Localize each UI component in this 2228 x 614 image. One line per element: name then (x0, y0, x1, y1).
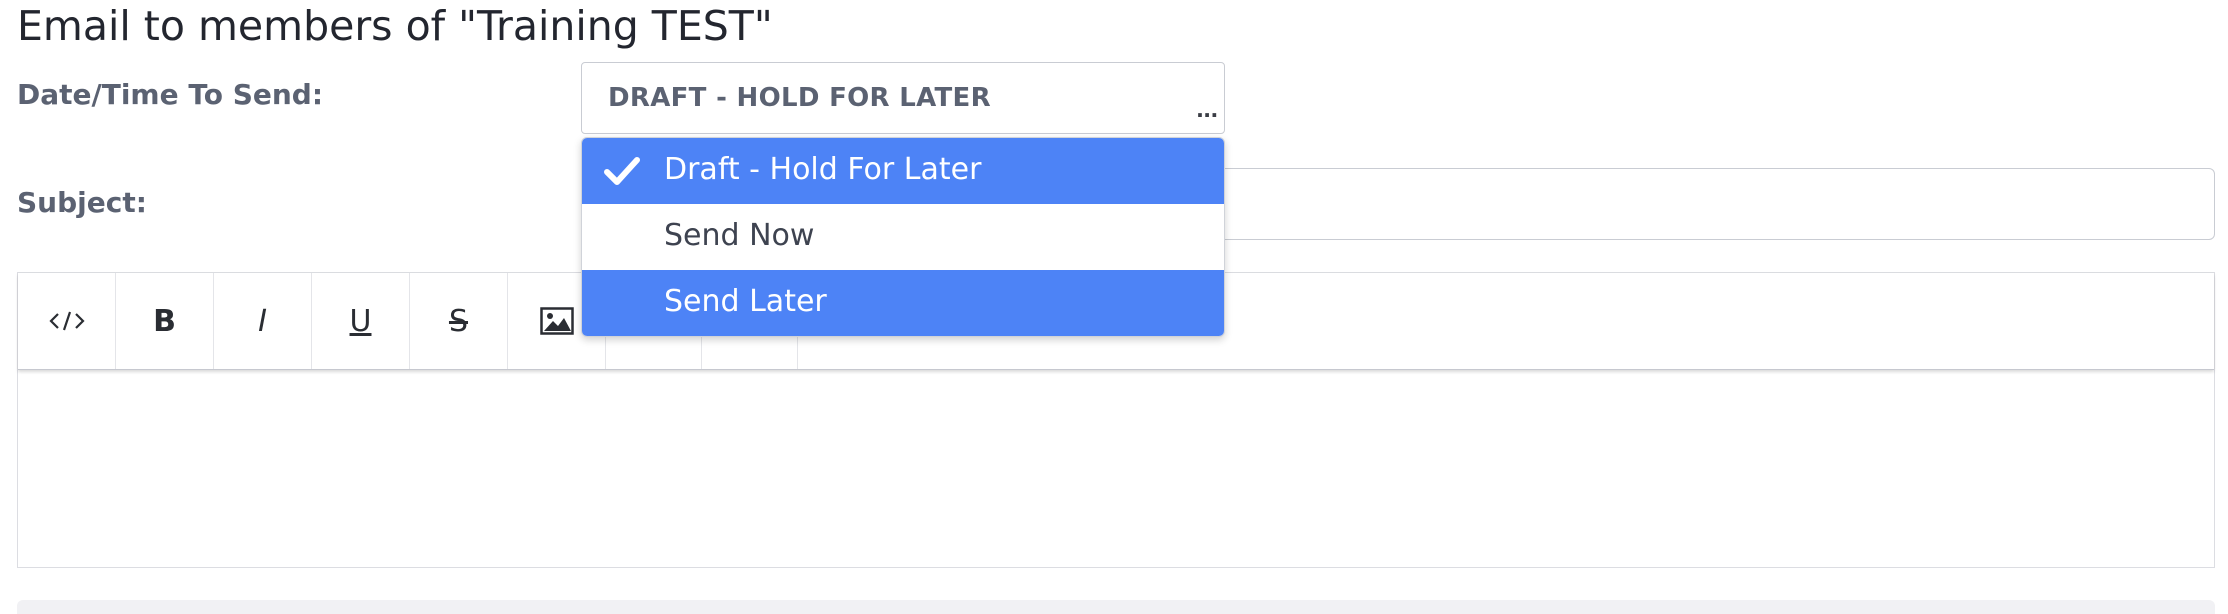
page-title: Email to members of "Training TEST" (17, 2, 773, 50)
footer-bar (17, 600, 2215, 614)
bold-icon: B (153, 303, 176, 339)
bold-button[interactable]: B (116, 273, 214, 369)
italic-icon: I (258, 303, 267, 339)
send-time-select-value: DRAFT - HOLD FOR LATER (608, 83, 991, 113)
dropdown-option-draft[interactable]: Draft - Hold For Later (582, 138, 1224, 204)
image-icon (539, 307, 574, 335)
code-view-button[interactable] (18, 273, 116, 369)
dropdown-option-send-later[interactable]: Send Later (582, 270, 1224, 336)
underline-button[interactable]: U (312, 273, 410, 369)
dropdown-option-label: Send Later (664, 284, 827, 319)
dropdown-option-send-now[interactable]: Send Now (582, 204, 1224, 270)
dropdown-option-label: Send Now (664, 218, 815, 253)
underline-icon: U (349, 303, 372, 339)
send-time-select[interactable]: DRAFT - HOLD FOR LATER ... (581, 62, 1225, 134)
date-time-label: Date/Time To Send: (17, 78, 324, 111)
italic-button[interactable]: I (214, 273, 312, 369)
strikethrough-icon: S (448, 303, 469, 339)
code-icon (48, 311, 85, 331)
checkmark-icon (604, 157, 640, 185)
ellipsis-icon: ... (1196, 93, 1218, 123)
send-time-dropdown: Draft - Hold For Later Send Now Send Lat… (581, 137, 1225, 337)
subject-label: Subject: (17, 186, 147, 219)
strikethrough-button[interactable]: S (410, 273, 508, 369)
dropdown-option-label: Draft - Hold For Later (664, 152, 982, 187)
